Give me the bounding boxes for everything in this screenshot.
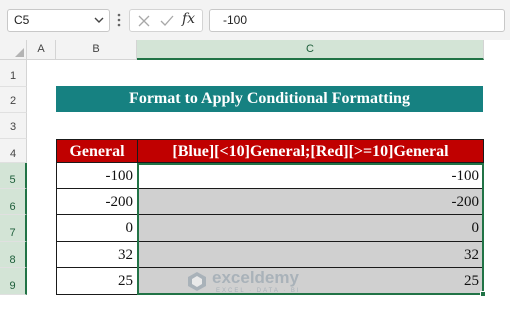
cell-b8[interactable]: 32 xyxy=(56,242,138,268)
formula-controls: fx xyxy=(129,9,203,32)
watermark-logo: exceldemy EXCEL · DATA · BI xyxy=(186,268,346,298)
exceldemy-logo-icon xyxy=(188,272,206,291)
cell-c5[interactable]: -100 xyxy=(137,163,484,189)
row-header-3[interactable]: 3 xyxy=(0,113,27,139)
row-header-2[interactable]: 2 xyxy=(0,87,27,113)
cancel-icon[interactable] xyxy=(138,15,150,27)
watermark-name: exceldemy xyxy=(212,268,299,287)
row-header-8[interactable]: 8 xyxy=(0,242,27,268)
formula-input[interactable]: -100 xyxy=(209,9,505,32)
insert-function-icon[interactable]: fx xyxy=(182,11,195,27)
row-header-6[interactable]: 6 xyxy=(0,189,27,215)
column-header-c[interactable]: C xyxy=(137,40,484,60)
cell-c8[interactable]: 32 xyxy=(137,242,484,268)
name-box[interactable]: C5 xyxy=(7,9,110,32)
chevron-down-icon[interactable] xyxy=(93,14,105,26)
table-header-general[interactable]: General xyxy=(56,139,138,163)
row-header-4[interactable]: 4 xyxy=(0,139,27,163)
row-header-1[interactable]: 1 xyxy=(0,60,27,87)
cell-b7[interactable]: 0 xyxy=(56,215,138,242)
row-header-5[interactable]: 5 xyxy=(0,163,27,189)
select-all-icon xyxy=(15,48,24,57)
name-box-value: C5 xyxy=(14,13,30,27)
cell-b5[interactable]: -100 xyxy=(56,163,138,189)
enter-icon[interactable] xyxy=(160,15,174,27)
row-header-7[interactable]: 7 xyxy=(0,215,27,242)
cell-b9[interactable]: 25 xyxy=(56,268,138,295)
cell-c6[interactable]: -200 xyxy=(137,189,484,215)
fill-handle[interactable] xyxy=(480,291,486,297)
column-header-b[interactable]: B xyxy=(56,40,137,60)
cell-b6[interactable]: -200 xyxy=(56,189,138,215)
watermark-tagline: EXCEL · DATA · BI xyxy=(216,288,301,294)
cell-c7[interactable]: 0 xyxy=(137,215,484,242)
table-header-custom-format[interactable]: [Blue][<10]General;[Red][>=10]General xyxy=(137,139,484,163)
formula-bar: C5 fx -100 xyxy=(0,0,510,40)
more-options-icon[interactable] xyxy=(116,12,122,28)
column-header-a[interactable]: A xyxy=(27,40,56,60)
select-all-button[interactable] xyxy=(0,40,27,60)
row-header-9[interactable]: 9 xyxy=(0,268,27,295)
sheet-title: Format to Apply Conditional Formatting xyxy=(56,86,483,112)
